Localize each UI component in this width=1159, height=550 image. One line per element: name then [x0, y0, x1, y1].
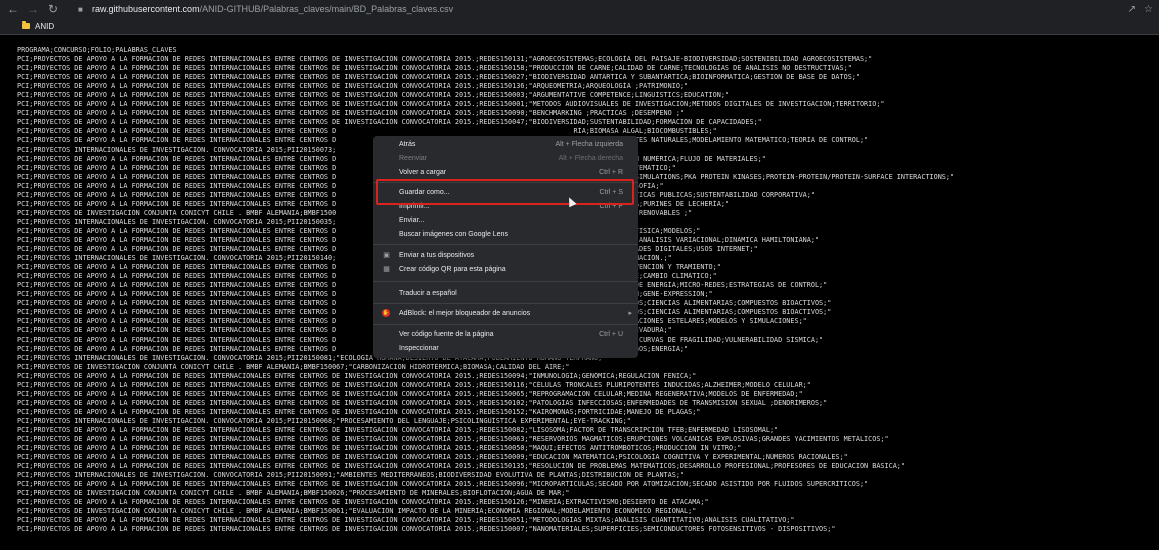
menu-item-label: Traducir a español	[399, 289, 457, 297]
menu-separator	[373, 324, 638, 325]
csv-line: PCI;PROYECTOS DE APOYO A LA FORMACIÓN DE…	[17, 462, 905, 471]
address-bar[interactable]: ■ raw.githubusercontent.com/ANID-GITHUB/…	[78, 2, 1108, 16]
menu-item-ver-codigo-fuente[interactable]: Ver código fuente de la página Ctrl + U	[373, 328, 638, 340]
menu-item-codigo-qr[interactable]: ▦ Crear código QR para esta página	[373, 263, 638, 275]
csv-line: PCI;PROYECTOS DE APOYO A LA FORMACIÓN DE…	[17, 73, 860, 82]
qr-code-icon: ▦	[383, 266, 390, 273]
menu-item-reenviar[interactable]: Reenviar Alt + Flecha derecha	[373, 152, 638, 164]
menu-item-adblock[interactable]: ✋ AdBlock: el mejor bloqueador de anunci…	[373, 307, 638, 319]
devices-icon: ▣	[383, 252, 390, 259]
back-arrow-icon[interactable]: ←	[4, 0, 22, 18]
share-icon[interactable]: ↗	[1128, 4, 1136, 15]
menu-item-label: Enviar...	[399, 216, 425, 224]
menu-item-shortcut: Alt + Flecha derecha	[558, 154, 623, 162]
reload-icon[interactable]: ↻	[44, 0, 62, 18]
csv-line: PCI;PROYECTOS DE APOYO A LA FORMACIÓN DE…	[17, 82, 689, 91]
csv-line: PCI;PROYECTOS DE APOYO A LA FORMACIÓN DE…	[17, 435, 889, 444]
menu-item-label: Atrás	[399, 140, 416, 148]
csv-line: PCI;PROYECTOS DE APOYO A LA FORMACIÓN DE…	[17, 55, 873, 64]
menu-item-label: Volver a cargar	[399, 168, 447, 176]
csv-line: PCI;PROYECTOS DE APOYO A LA FORMACIÓN DE…	[17, 453, 848, 462]
bookmark-label: ANID	[35, 21, 55, 31]
menu-item-label: Reenviar	[399, 154, 428, 162]
menu-item-label: Buscar imágenes con Google Lens	[399, 230, 508, 238]
csv-line: PCI;PROYECTOS DE APOYO A LA FORMACIÓN DE…	[17, 498, 709, 507]
menu-item-enviar[interactable]: Enviar...	[373, 214, 638, 226]
menu-item-traducir[interactable]: Traducir a español	[373, 287, 638, 299]
menu-item-label: Ver código fuente de la página	[399, 330, 494, 338]
menu-item-enviar-dispositivos[interactable]: ▣ Enviar a tus dispositivos	[373, 249, 638, 261]
csv-line: PCI;PROYECTOS DE INVESTIGACIÓN CONJUNTA …	[17, 362, 570, 371]
menu-item-shortcut: Alt + Flecha izquierda	[555, 140, 623, 148]
menu-item-shortcut: Ctrl + U	[599, 330, 623, 338]
csv-line: PCI;PROYECTOS INTERNACIONALES DE INVESTI…	[17, 416, 631, 425]
browser-toolbar: ← → ↻ ■ raw.githubusercontent.com/ANID-G…	[0, 0, 1159, 18]
csv-line: PCI;PROYECTOS DE APOYO A LA FORMACIÓN DE…	[17, 407, 701, 416]
adblock-icon: ✋	[382, 309, 390, 317]
folder-icon	[22, 21, 30, 29]
csv-line: PCI;PROYECTOS DE APOYO A LA FORMACIÓN DE…	[17, 389, 803, 398]
csv-line: PCI;PROYECTOS DE APOYO A LA FORMACIÓN DE…	[17, 380, 811, 389]
menu-separator	[373, 303, 638, 304]
menu-item-label: Crear código QR para esta página	[399, 265, 506, 273]
csv-line: PCI;PROYECTOS DE APOYO A LA FORMACIÓN DE…	[17, 91, 730, 100]
menu-item-label: AdBlock: el mejor bloqueador de anuncios	[399, 309, 531, 317]
guardar-como-highlight-box	[376, 179, 634, 205]
url-path: /ANID-GITHUB/Palabras_claves/main/BD_Pal…	[199, 4, 454, 14]
csv-line: PCI;PROYECTOS DE APOYO A LA FORMACIÓN DE…	[17, 371, 697, 380]
forward-arrow-icon[interactable]: →	[24, 0, 42, 18]
csv-line: PCI;PROYECTOS DE APOYO A LA FORMACIÓN DE…	[17, 516, 795, 525]
csv-line: PCI;PROYECTOS DE APOYO A LA FORMACIÓN DE…	[17, 425, 779, 434]
context-menu: Atrás Alt + Flecha izquierda Reenviar Al…	[373, 136, 638, 358]
menu-item-label: Enviar a tus dispositivos	[399, 251, 475, 259]
csv-line: PCI;PROYECTOS INTERNACIONALES DE INVESTI…	[17, 471, 685, 480]
menu-item-inspeccionar[interactable]: Inspeccionar	[373, 342, 638, 354]
csv-line: PCI;PROYECTOS DE APOYO A LA FORMACIÓN DE…	[17, 100, 885, 109]
csv-line: PCI;PROYECTOS DE APOYO A LA FORMACIÓN DE…	[17, 398, 828, 407]
submenu-arrow-icon: ▸	[628, 310, 632, 317]
csv-line: PCI;PROYECTOS DE APOYO A LA FORMACIÓN DE…	[17, 444, 742, 453]
menu-item-shortcut: Ctrl + R	[599, 168, 623, 176]
url-host: raw.githubusercontent.com	[92, 4, 200, 14]
csv-line: PCI;PROYECTOS DE INVESTIGACIÓN CONJUNTA …	[17, 507, 697, 516]
csv-line: PCI;PROYECTOS DE APOYO A LA FORMACIÓN DE…	[17, 118, 762, 127]
menu-item-volver-a-cargar[interactable]: Volver a cargar Ctrl + R	[373, 166, 638, 178]
menu-item-label: Inspeccionar	[399, 344, 439, 352]
lock-icon: ■	[78, 4, 83, 14]
csv-line: PROGRAMA;CONCURSO;FOLIO;PALABRAS_CLAVES	[17, 46, 177, 54]
bookmarks-bar: ANID	[0, 18, 1159, 35]
bookmark-anid[interactable]: ANID	[22, 21, 55, 31]
csv-line: PCI;PROYECTOS DE APOYO A LA FORMACIÓN DE…	[17, 480, 869, 489]
csv-line: PCI;PROYECTOS DE APOYO A LA FORMACIÓN DE…	[17, 109, 685, 118]
menu-separator	[373, 244, 638, 245]
menu-separator	[373, 281, 638, 282]
menu-item-google-lens[interactable]: Buscar imágenes con Google Lens	[373, 228, 638, 240]
csv-line: PCI;PROYECTOS DE INVESTIGACIÓN CONJUNTA …	[17, 489, 570, 498]
bookmark-star-icon[interactable]: ☆	[1144, 4, 1153, 15]
menu-item-atras[interactable]: Atrás Alt + Flecha izquierda	[373, 138, 638, 150]
csv-line: PCI;PROYECTOS DE APOYO A LA FORMACIÓN DE…	[17, 525, 836, 534]
csv-line: PCI;PROYECTOS DE APOYO A LA FORMACIÓN DE…	[17, 64, 852, 73]
